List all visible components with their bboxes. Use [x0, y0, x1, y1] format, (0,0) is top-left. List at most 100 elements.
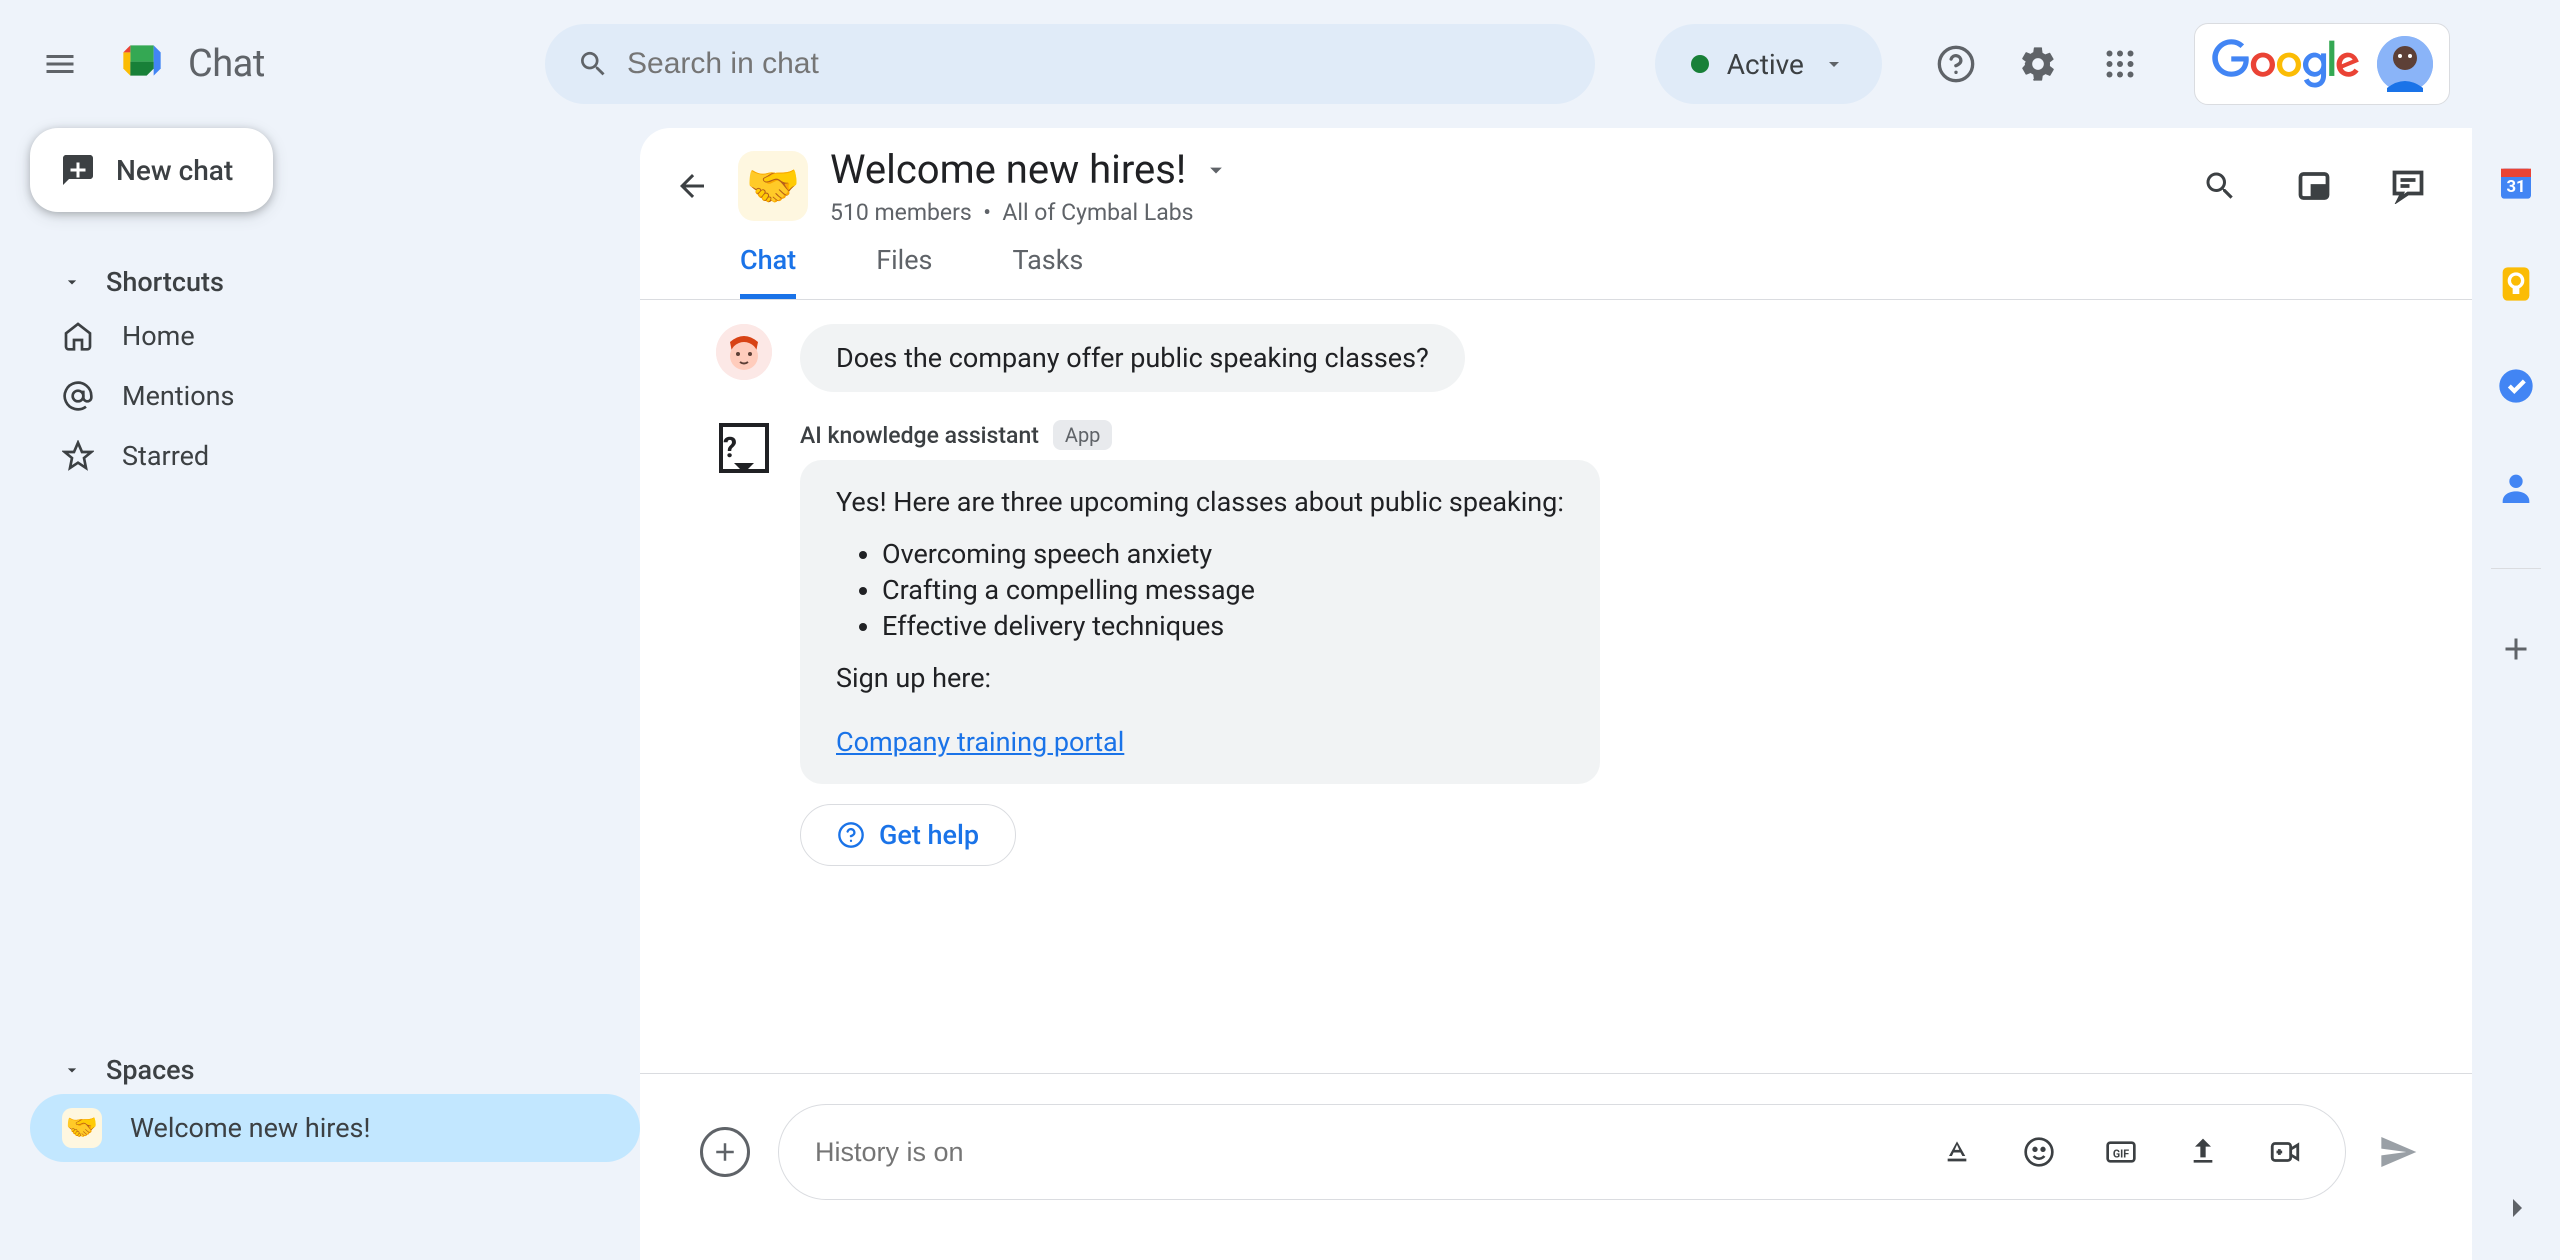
thread-icon: [2390, 168, 2426, 204]
help-button[interactable]: [1932, 40, 1980, 88]
caret-down-icon: [62, 1060, 82, 1080]
send-icon: [2378, 1132, 2418, 1172]
space-avatar: 🤝: [738, 151, 808, 221]
side-add[interactable]: [2494, 627, 2538, 671]
video-meeting-button[interactable]: [2261, 1128, 2309, 1176]
help-icon: [1936, 44, 1976, 84]
upload-button[interactable]: [2179, 1128, 2227, 1176]
tab-chat[interactable]: Chat: [740, 244, 796, 299]
chevron-down-icon[interactable]: [1202, 156, 1230, 184]
account-block[interactable]: [2194, 23, 2450, 105]
training-portal-link[interactable]: Company training portal: [836, 726, 1124, 758]
bot-signup-text: Sign up here:: [836, 662, 1564, 694]
nav-space-welcome[interactable]: 🤝 Welcome new hires!: [30, 1094, 640, 1162]
spaces-header[interactable]: Spaces: [30, 1046, 640, 1094]
bot-list-item: Overcoming speech anxiety: [882, 538, 1564, 570]
nav-starred[interactable]: Starred: [30, 426, 640, 486]
handshake-icon: 🤝: [62, 1108, 102, 1148]
home-icon: [62, 320, 94, 352]
tasks-icon: [2496, 366, 2536, 406]
upload-icon: [2187, 1136, 2219, 1168]
bot-sender-name: AI knowledge assistant: [800, 422, 1039, 449]
keep-icon: [2496, 264, 2536, 304]
nav-home[interactable]: Home: [30, 306, 640, 366]
search-in-space-button[interactable]: [2196, 162, 2244, 210]
plus-icon: [2498, 631, 2534, 667]
search-input[interactable]: [627, 47, 1563, 81]
side-panel: 31: [2472, 0, 2560, 1260]
bot-list-item: Effective delivery techniques: [882, 610, 1564, 642]
message-list: Does the company offer public speaking c…: [640, 300, 2472, 1073]
side-calendar[interactable]: 31: [2494, 160, 2538, 204]
new-chat-label: New chat: [116, 154, 233, 187]
side-contacts[interactable]: [2494, 466, 2538, 510]
space-header: 🤝 Welcome new hires! 510 members • All o…: [640, 128, 2472, 226]
message-input[interactable]: [815, 1137, 1933, 1168]
back-button[interactable]: [668, 162, 716, 210]
user-avatar[interactable]: [2377, 36, 2433, 92]
message-user: Does the company offer public speaking c…: [716, 324, 2432, 392]
side-collapse[interactable]: [2494, 1186, 2538, 1230]
hamburger-icon: [42, 46, 78, 82]
svg-text:31: 31: [2506, 178, 2525, 197]
brand-title: Chat: [188, 42, 265, 86]
search-icon: [577, 47, 609, 81]
get-help-button[interactable]: Get help: [800, 804, 1016, 866]
chevron-right-icon: [2498, 1190, 2534, 1226]
main-panel: 🤝 Welcome new hires! 510 members • All o…: [640, 128, 2472, 1260]
help-icon: [837, 821, 865, 849]
picture-in-picture-button[interactable]: [2290, 162, 2338, 210]
emoji-button[interactable]: [2015, 1128, 2063, 1176]
top-icons: [1932, 40, 2144, 88]
add-button[interactable]: [700, 1127, 750, 1177]
main-menu-button[interactable]: [24, 28, 96, 100]
emoji-icon: [2023, 1136, 2055, 1168]
user-message-avatar: [716, 324, 772, 380]
top-bar: Chat Active: [0, 0, 2560, 128]
tab-tasks[interactable]: Tasks: [1013, 244, 1084, 299]
bot-intro: Yes! Here are three upcoming classes abo…: [836, 486, 1564, 518]
shortcuts-header[interactable]: Shortcuts: [30, 258, 640, 306]
chevron-down-icon: [1822, 52, 1846, 76]
apps-grid-icon: [2102, 46, 2138, 82]
tab-files[interactable]: Files: [876, 244, 932, 299]
bot-avatar: ?: [716, 420, 772, 476]
new-chat-button[interactable]: New chat: [30, 128, 273, 212]
caret-down-icon: [62, 272, 82, 292]
status-selector[interactable]: Active: [1655, 24, 1882, 104]
space-tabs: Chat Files Tasks: [640, 226, 2472, 300]
status-dot-icon: [1691, 55, 1709, 73]
apps-button[interactable]: [2096, 40, 2144, 88]
user-message-text: Does the company offer public speaking c…: [800, 324, 1465, 392]
mention-icon: [62, 380, 94, 412]
new-chat-icon: [60, 152, 96, 188]
pip-icon: [2296, 168, 2332, 204]
message-bot: ? AI knowledge assistant App Yes! Here a…: [716, 420, 2432, 866]
svg-text:GIF: GIF: [2113, 1147, 2129, 1160]
question-bot-icon: ?: [719, 423, 769, 473]
text-format-icon: [1941, 1136, 1973, 1168]
gif-button[interactable]: GIF: [2097, 1128, 2145, 1176]
space-subtitle: 510 members • All of Cymbal Labs: [830, 199, 1230, 226]
bot-message-body: Yes! Here are three upcoming classes abo…: [800, 460, 1600, 784]
search-bar[interactable]: [545, 24, 1595, 104]
format-button[interactable]: [1933, 1128, 1981, 1176]
status-label: Active: [1727, 48, 1804, 81]
person-icon: [2496, 468, 2536, 508]
brand: Chat: [114, 36, 265, 92]
app-badge: App: [1053, 420, 1113, 450]
thread-panel-button[interactable]: [2384, 162, 2432, 210]
side-tasks[interactable]: [2494, 364, 2538, 408]
nav-mentions[interactable]: Mentions: [30, 366, 640, 426]
gear-icon: [2018, 44, 2058, 84]
chat-logo-icon: [114, 36, 170, 92]
google-logo: [2211, 39, 2361, 89]
side-keep[interactable]: [2494, 262, 2538, 306]
left-nav: New chat Shortcuts Home Mentions Starred: [0, 0, 640, 1260]
composer[interactable]: GIF: [778, 1104, 2346, 1200]
gif-icon: GIF: [2105, 1136, 2137, 1168]
settings-button[interactable]: [2014, 40, 2062, 88]
send-button[interactable]: [2374, 1128, 2422, 1176]
star-icon: [62, 440, 94, 472]
bot-list-item: Crafting a compelling message: [882, 574, 1564, 606]
